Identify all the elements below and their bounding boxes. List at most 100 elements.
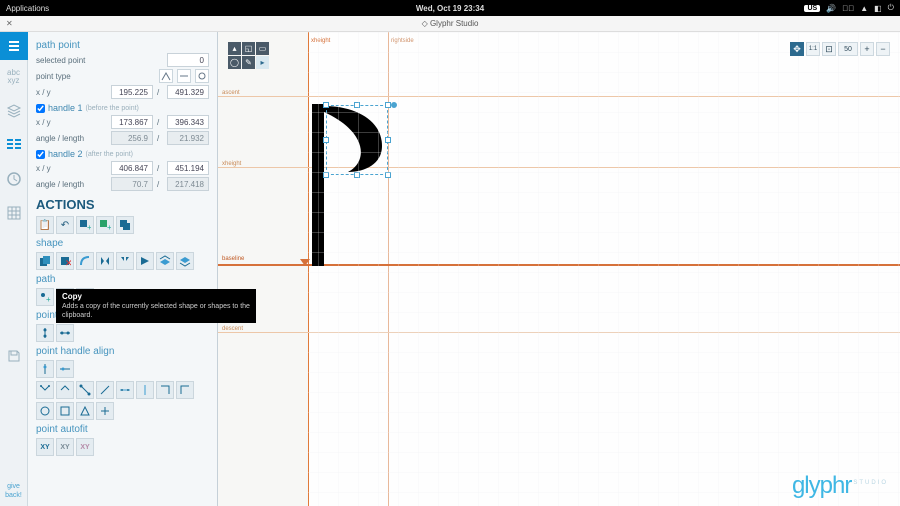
edit-canvas[interactable]: xheight rightside ascent xheight baselin… — [218, 32, 900, 506]
h2-y-input[interactable] — [167, 161, 209, 175]
ha-5[interactable] — [116, 381, 134, 399]
rail-guides-icon[interactable] — [3, 202, 25, 224]
power-icon[interactable]: ⏻ — [888, 3, 894, 13]
wifi-icon[interactable]: �᷍ — [842, 4, 854, 13]
action-addcomponent[interactable]: + — [96, 216, 114, 234]
selected-point-label: selected point — [36, 56, 85, 65]
sel-rotate-handle[interactable] — [391, 102, 397, 108]
autofit-y[interactable]: XY — [76, 438, 94, 456]
rail-text-icon[interactable]: abcxyz — [3, 66, 25, 88]
selection-box[interactable] — [326, 105, 388, 175]
ha-4[interactable] — [96, 381, 114, 399]
shape-flipv[interactable] — [116, 252, 134, 270]
rail-history-icon[interactable] — [3, 168, 25, 190]
zoom-em[interactable]: ⊡ — [822, 42, 836, 56]
os-datetime: Wed, Oct 19 23:34 — [416, 4, 484, 13]
close-icon[interactable]: ✕ — [6, 19, 13, 28]
ha-12[interactable] — [96, 402, 114, 420]
input-lang[interactable]: US — [804, 5, 820, 12]
handle1-toggle[interactable] — [36, 104, 45, 113]
pthandlealign-heading: point handle align — [36, 346, 209, 357]
action-undo[interactable]: ↶ — [56, 216, 74, 234]
align-x[interactable] — [36, 324, 54, 342]
h2-x-input[interactable] — [111, 161, 153, 175]
tool-newoval[interactable]: ◯ — [228, 56, 241, 69]
shape-copy[interactable] — [36, 252, 54, 270]
zoom-value[interactable]: 50 — [838, 42, 858, 56]
guide-ascent — [218, 96, 900, 97]
ha-7[interactable] — [156, 381, 174, 399]
rail-attributes-icon[interactable] — [3, 134, 25, 156]
ha-h1h[interactable] — [56, 360, 74, 378]
ha-2[interactable] — [56, 381, 74, 399]
sel-handle-s[interactable] — [354, 172, 360, 178]
path-heading: path — [36, 274, 209, 285]
shape-rotateleft[interactable] — [136, 252, 154, 270]
shape-reverse[interactable] — [76, 252, 94, 270]
ha-11[interactable] — [76, 402, 94, 420]
ha-8[interactable] — [176, 381, 194, 399]
shape-delete[interactable]: ✕ — [56, 252, 74, 270]
shape-fliph[interactable] — [96, 252, 114, 270]
sel-handle-nw[interactable] — [323, 102, 329, 108]
action-linkcomponent[interactable] — [116, 216, 134, 234]
rail-layers-icon[interactable] — [3, 100, 25, 122]
autofit-x[interactable]: XY — [56, 438, 74, 456]
h2-angle — [111, 177, 153, 191]
shape-layerup[interactable] — [156, 252, 174, 270]
handle2-toggle[interactable] — [36, 150, 45, 159]
ha-3[interactable] — [76, 381, 94, 399]
ha-10[interactable] — [56, 402, 74, 420]
window-titlebar: ✕ ◇ Glyphr Studio — [0, 16, 900, 32]
path-addpoint[interactable]: + — [36, 288, 54, 306]
pointtype-flat[interactable] — [177, 69, 191, 83]
tool-pathedit[interactable]: ▸ — [256, 56, 269, 69]
rightside-label: rightside — [391, 38, 414, 44]
battery-icon[interactable]: ◧ — [874, 4, 882, 13]
svg-text:+: + — [87, 223, 91, 231]
align-y[interactable] — [56, 324, 74, 342]
sel-handle-sw[interactable] — [323, 172, 329, 178]
zoom-1to1[interactable]: 1:1 — [806, 42, 820, 56]
pathpoint-heading: path point — [36, 40, 209, 51]
bell-icon[interactable]: ▲ — [860, 4, 868, 13]
give-back-link[interactable]: giveback! — [5, 482, 22, 500]
sel-handle-w[interactable] — [323, 137, 329, 143]
selected-point-input[interactable] — [167, 53, 209, 67]
applications-menu[interactable]: Applications — [6, 4, 49, 13]
ha-9[interactable] — [36, 402, 54, 420]
tool-newrect[interactable]: ▭ — [256, 42, 269, 55]
zoom-out[interactable]: − — [876, 42, 890, 56]
sel-handle-n[interactable] — [354, 102, 360, 108]
pointtype-corner[interactable] — [159, 69, 173, 83]
pp-x-input[interactable] — [111, 85, 153, 99]
tool-resize[interactable]: ◱ — [242, 42, 255, 55]
svg-text:+: + — [46, 295, 51, 303]
guide-leftside — [308, 32, 309, 506]
rail-save-icon[interactable] — [3, 345, 25, 367]
autofit-xy[interactable]: XY — [36, 438, 54, 456]
handle1-heading: handle 1 (before the point) — [36, 103, 209, 113]
sel-handle-e[interactable] — [385, 137, 391, 143]
guide-descent — [218, 332, 900, 333]
menu-button[interactable] — [0, 32, 28, 60]
ha-h1v[interactable] — [36, 360, 54, 378]
tool-newpath[interactable]: ✎ — [242, 56, 255, 69]
action-addshape[interactable]: + — [76, 216, 94, 234]
ha-6[interactable] — [136, 381, 154, 399]
shape-layerdown[interactable] — [176, 252, 194, 270]
action-paste[interactable]: 📋 — [36, 216, 54, 234]
pp-y-input[interactable] — [167, 85, 209, 99]
zoom-fit[interactable]: ✥ — [790, 42, 804, 56]
zoom-in[interactable]: + — [860, 42, 874, 56]
volume-icon[interactable]: 🔊 — [826, 4, 836, 13]
sel-handle-se[interactable] — [385, 172, 391, 178]
tool-arrow[interactable]: ▴ — [228, 42, 241, 55]
shape-heading: shape — [36, 238, 209, 249]
h1-y-input[interactable] — [167, 115, 209, 129]
pointtype-symmetric[interactable] — [195, 69, 209, 83]
autofit-heading: point autofit — [36, 424, 209, 435]
ha-1[interactable] — [36, 381, 54, 399]
h1-x-input[interactable] — [111, 115, 153, 129]
h2-anglelen-label: angle / length — [36, 180, 84, 189]
